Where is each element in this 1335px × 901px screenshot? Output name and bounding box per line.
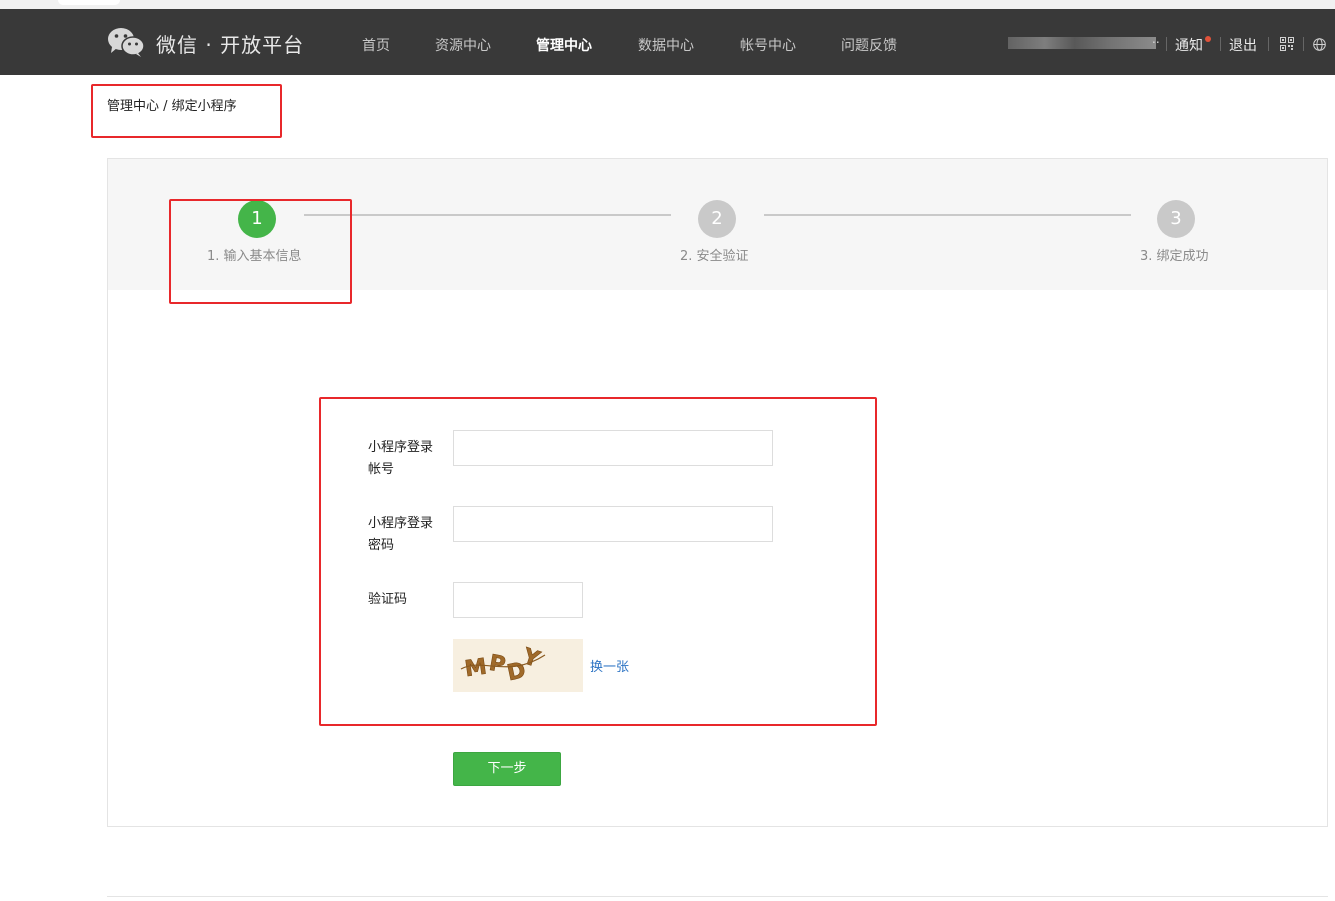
notify-link[interactable]: 通知 xyxy=(1175,35,1203,55)
top-header: 微信 · 开放平台 首页 资源中心 管理中心 数据中心 帐号中心 问题反馈 ..… xyxy=(0,9,1335,75)
nav-management[interactable]: 管理中心 xyxy=(536,35,592,55)
wechat-logo-icon xyxy=(108,28,145,57)
step-3-circle: 3 xyxy=(1157,200,1195,238)
header-divider xyxy=(1268,37,1269,51)
nav-data[interactable]: 数据中心 xyxy=(638,35,694,55)
username-suffix: .. xyxy=(1152,32,1160,46)
logout-link[interactable]: 退出 xyxy=(1229,35,1257,55)
step-3-label: 3. 绑定成功 xyxy=(1140,249,1209,264)
qrcode-icon[interactable] xyxy=(1280,37,1294,51)
nav-account[interactable]: 帐号中心 xyxy=(740,35,796,55)
step-2-circle: 2 xyxy=(698,200,736,238)
annotation-box-form xyxy=(319,397,877,726)
header-divider xyxy=(1220,37,1221,51)
step-connector xyxy=(764,214,1131,216)
nav-feedback[interactable]: 问题反馈 xyxy=(841,35,897,55)
next-step-button[interactable]: 下一步 xyxy=(453,752,561,786)
step-connector xyxy=(304,214,671,216)
username-blurred[interactable] xyxy=(1008,37,1156,49)
annotation-box-breadcrumb xyxy=(91,84,282,138)
brand-title[interactable]: 微信 · 开放平台 xyxy=(156,29,304,58)
footer-divider xyxy=(107,896,1328,897)
browser-tab-stub xyxy=(58,0,120,5)
nav-resources[interactable]: 资源中心 xyxy=(435,35,491,55)
globe-icon[interactable] xyxy=(1313,38,1326,51)
step-2-label: 2. 安全验证 xyxy=(680,249,749,264)
header-divider xyxy=(1303,37,1304,51)
annotation-box-step1 xyxy=(169,199,352,304)
header-divider xyxy=(1166,37,1167,51)
notify-badge xyxy=(1205,36,1211,42)
browser-top-strip xyxy=(0,0,1335,9)
nav-home[interactable]: 首页 xyxy=(362,35,390,55)
